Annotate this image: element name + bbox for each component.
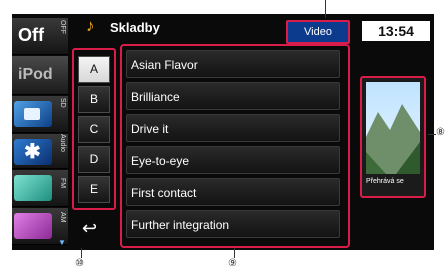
side-label-off: OFF [59,20,66,34]
callout-list: ⑨ [228,258,237,269]
callout-line-video [325,0,326,18]
head-unit-screen: Off OFF iPod SD ✱ Audio FM AM ▼ ♪ Skladb… [12,14,434,250]
side-label-fm: FM [59,178,66,189]
source-ipod-label: iPod [18,66,53,83]
letter-button-c[interactable]: C [78,116,110,143]
source-ipod-button[interactable]: iPod [12,56,68,95]
side-label-sd: SD [59,98,66,108]
source-fm-button[interactable] [12,170,68,207]
song-row-asian-flavor[interactable]: Asian Flavor [126,50,340,78]
source-scroll-down-icon[interactable]: ▼ [58,238,66,247]
callout-line-letters [81,248,82,258]
sd-card-icon [14,101,52,127]
song-row-eye-to-eye[interactable]: Eye-to-eye [126,146,340,174]
letter-button-d[interactable]: D [78,146,110,173]
song-list: Asian Flavor Brilliance Drive it Eye-to-… [120,44,350,248]
back-arrow-icon[interactable]: ↩ [82,218,97,239]
callout-preview: ⑧ [436,127,445,138]
letter-button-b[interactable]: B [78,86,110,113]
video-preview[interactable]: Přehrává se [360,76,426,198]
callout-line-preview [428,134,436,135]
clock: 13:54 [362,21,430,41]
source-off-label: Off [18,25,44,45]
page-title: Skladby [110,20,160,35]
song-row-drive-it[interactable]: Drive it [126,114,340,142]
side-label-am: AM [59,212,66,223]
side-label-audio: Audio [59,134,66,152]
callout-line-list [234,248,235,258]
music-note-icon: ♪ [86,16,95,35]
bluetooth-icon: ✱ [14,139,52,165]
song-row-brilliance[interactable]: Brilliance [126,82,340,110]
fm-radio-icon [14,175,52,201]
am-radio-icon [14,213,52,239]
letter-button-a[interactable]: A [78,56,110,83]
song-row-further-integration[interactable]: Further integration [126,210,340,238]
callout-letters: ⑩ [75,258,84,269]
video-tab[interactable]: Video [286,20,350,44]
preview-landscape-image [366,82,420,174]
alphabet-index: A B C D E [72,48,116,210]
letter-button-e[interactable]: E [78,176,110,203]
preview-caption: Přehrává se [366,178,404,185]
song-row-first-contact[interactable]: First contact [126,178,340,206]
